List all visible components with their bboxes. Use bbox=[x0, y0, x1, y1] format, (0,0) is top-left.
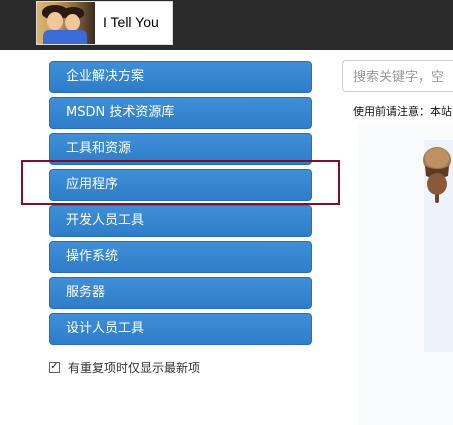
latest-only-checkbox[interactable]: ✓ bbox=[49, 361, 60, 373]
sidebar-item-operating-systems[interactable]: 操作系统 bbox=[49, 241, 312, 273]
top-navigation-bar: I Tell You bbox=[0, 0, 453, 50]
sidebar-item-developer-tools[interactable]: 开发人员工具 bbox=[49, 205, 312, 237]
sidebar-item-enterprise-solutions[interactable]: 企业解决方案 bbox=[49, 61, 312, 93]
acorn-icon bbox=[423, 147, 451, 203]
latest-only-option[interactable]: ✓ 有重复项时仅显示最新项 bbox=[49, 359, 200, 375]
logo-text: I Tell You bbox=[103, 14, 159, 30]
sidebar-item-servers[interactable]: 服务器 bbox=[49, 277, 312, 309]
usage-notice: 使用前请注意：本站 bbox=[353, 105, 452, 118]
site-logo[interactable]: I Tell You bbox=[36, 1, 173, 45]
logo-photo bbox=[37, 2, 95, 44]
sidebar-item-designer-tools[interactable]: 设计人员工具 bbox=[49, 313, 312, 345]
selection-highlight-box bbox=[21, 160, 340, 205]
latest-only-label: 有重复项时仅显示最新项 bbox=[68, 360, 201, 375]
check-icon: ✓ bbox=[50, 361, 59, 372]
sidebar-item-msdn-library[interactable]: MSDN 技术资源库 bbox=[49, 97, 312, 129]
sidebar-menu: 企业解决方案 MSDN 技术资源库 工具和资源 应用程序 开发人员工具 操作系统… bbox=[49, 61, 312, 349]
search-input[interactable] bbox=[343, 61, 453, 93]
search-box bbox=[342, 60, 453, 93]
